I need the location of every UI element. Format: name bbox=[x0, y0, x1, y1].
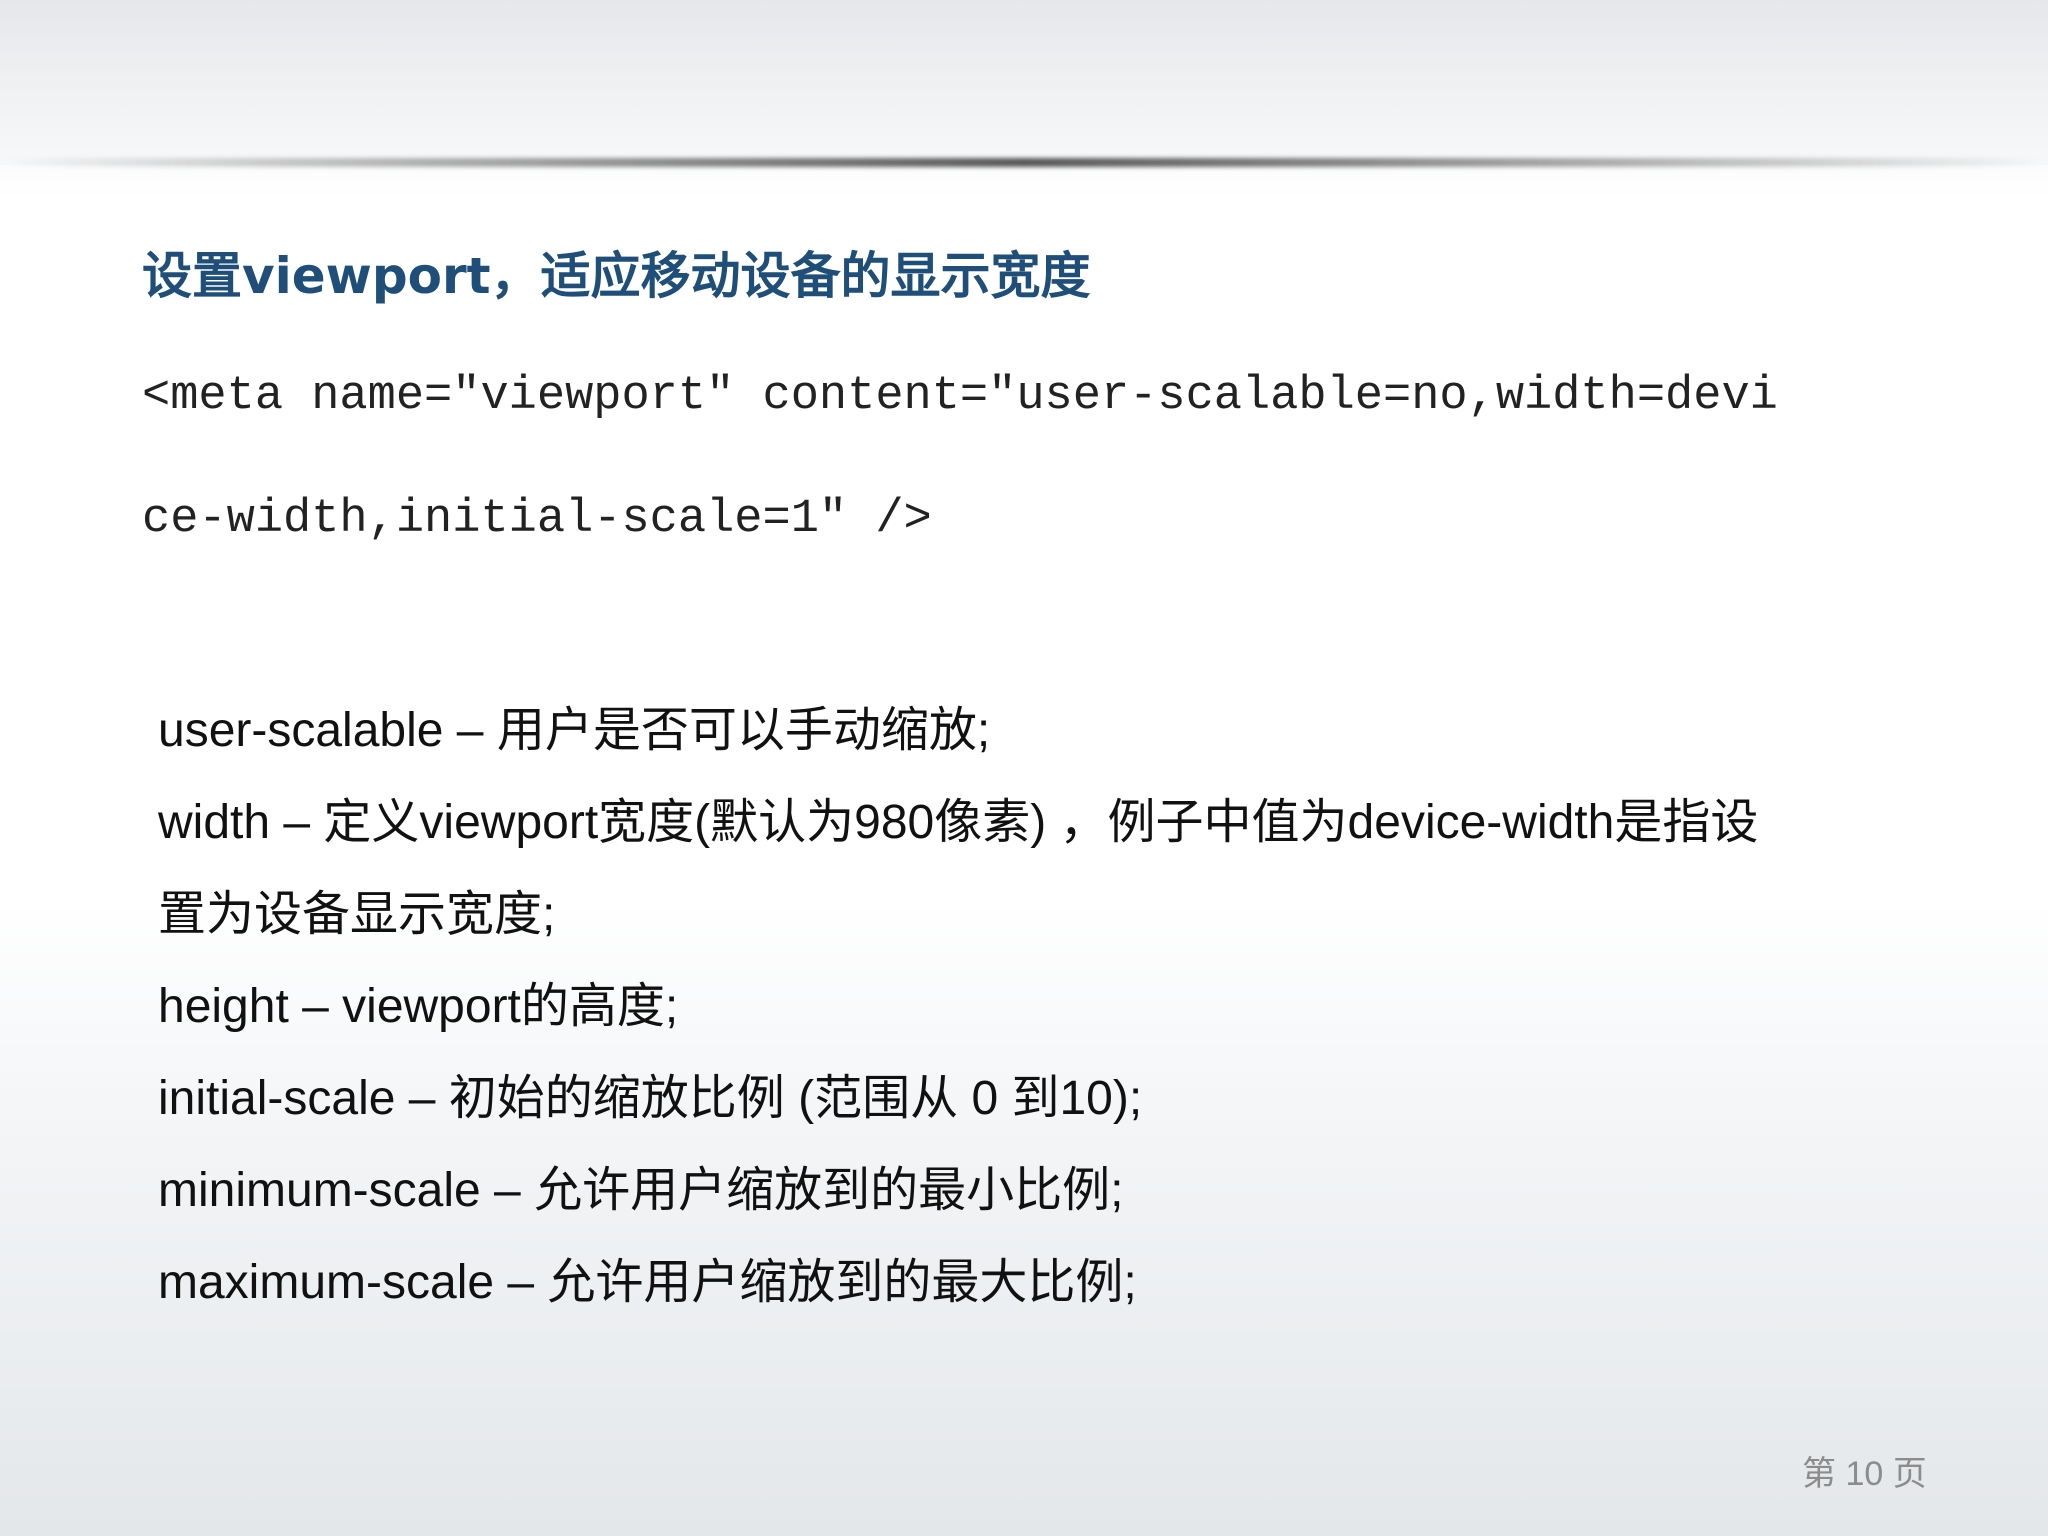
code-line-1: <meta name="viewport" content="user-scal… bbox=[142, 370, 1778, 423]
desc-width-continued: 置为设备显示宽度; bbox=[158, 888, 556, 941]
page-number: 第 10 页 bbox=[1802, 1455, 1927, 1493]
desc-user-scalable: user-scalable – 用户是否可以手动缩放; bbox=[158, 704, 991, 757]
desc-width: width – 定义viewport宽度(默认为980像素) ，例子中值为dev… bbox=[158, 796, 1759, 849]
slide-title: 设置viewport，适应移动设备的显示宽度 bbox=[142, 247, 1091, 305]
desc-initial-scale: initial-scale – 初始的缩放比例 (范围从 0 到10); bbox=[158, 1072, 1143, 1125]
code-line-2: ce-width,initial-scale=1" /> bbox=[142, 493, 932, 546]
desc-maximum-scale: maximum-scale – 允许用户缩放到的最大比例; bbox=[158, 1256, 1137, 1309]
header-divider bbox=[0, 158, 2048, 167]
desc-minimum-scale: minimum-scale – 允许用户缩放到的最小比例; bbox=[158, 1164, 1124, 1217]
desc-height: height – viewport的高度; bbox=[158, 980, 679, 1033]
header-band bbox=[0, 0, 2048, 165]
